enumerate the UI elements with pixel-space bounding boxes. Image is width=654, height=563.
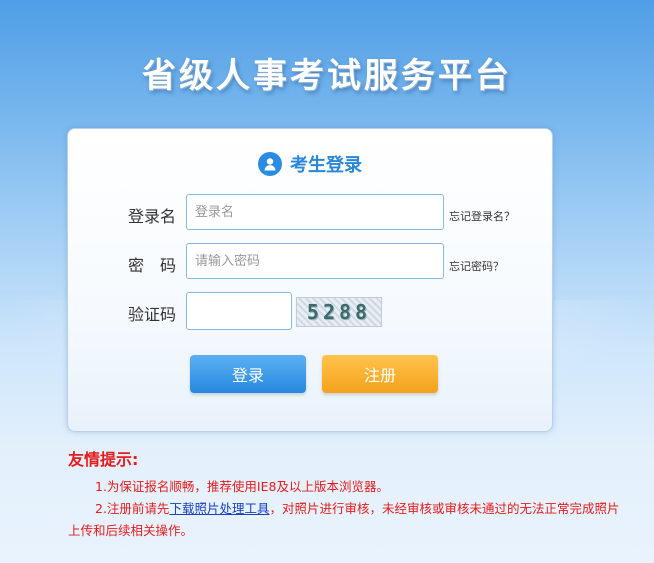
captcha-image-text: 5288 (306, 300, 372, 324)
user-icon (258, 152, 282, 176)
notice-title: 友情提示: (68, 450, 139, 469)
notice-line-2-prefix: 2.注册前请先 (95, 501, 170, 516)
captcha-label: 验证码 (128, 305, 177, 324)
notice-line-2: 2.注册前请先下载照片处理工具，对照片进行审核，未经审核或审核未通过的无法正常完… (68, 498, 628, 542)
login-card: 考生登录 登录名 忘记登录名？ 密 码 忘记密码？ 验证码 5288 登录 注册 (67, 128, 553, 432)
notice-line-1: 1.为保证报名顺畅，推荐使用IE8及以上版本浏览器。 (95, 479, 389, 494)
download-photo-tool-link[interactable]: 下载照片处理工具 (169, 501, 269, 516)
login-header: 考生登录 (68, 151, 552, 177)
platform-title: 省级人事考试服务平台 (142, 56, 512, 96)
notice-section: 友情提示: 1.为保证报名顺畅，推荐使用IE8及以上版本浏览器。 2.注册前请先… (68, 446, 628, 542)
captcha-image[interactable]: 5288 (296, 297, 382, 327)
forgot-username-link[interactable]: 忘记登录名？ (449, 208, 515, 224)
captcha-input[interactable] (186, 292, 292, 330)
login-button[interactable]: 登录 (190, 355, 306, 393)
username-input[interactable] (186, 194, 444, 230)
forgot-password-link[interactable]: 忘记密码？ (449, 258, 504, 274)
register-button[interactable]: 注册 (322, 355, 438, 393)
login-title: 考生登录 (290, 155, 362, 176)
password-input[interactable] (186, 243, 444, 279)
username-label: 登录名 (128, 207, 177, 226)
password-label: 密 码 (128, 256, 177, 275)
